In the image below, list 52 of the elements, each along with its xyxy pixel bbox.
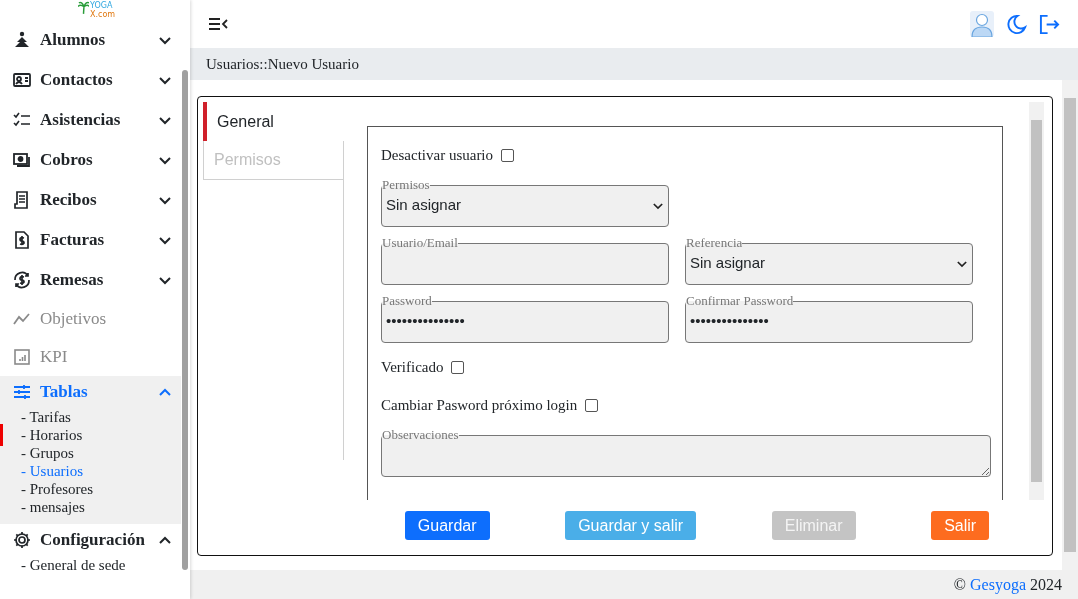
chevron-icon (957, 261, 967, 268)
contact-card-icon (12, 70, 32, 90)
gear-icon (12, 530, 32, 550)
checkbox-label: Verificado (381, 358, 444, 376)
sidebar-item[interactable]: Configuración (0, 524, 181, 556)
select-field[interactable]: Referencia Sin asignar (685, 237, 973, 285)
sidebar-item[interactable]: Tablas (0, 376, 181, 408)
footer-link[interactable]: Gesyoga (970, 575, 1026, 594)
scrollbar[interactable] (182, 70, 188, 570)
selection-marker (0, 424, 3, 446)
footer-year: 2024 (1030, 575, 1062, 594)
scrollbar[interactable] (1029, 102, 1044, 500)
submenu-link[interactable]: - Profesores (21, 480, 94, 498)
action-button[interactable]: Guardar (404, 511, 490, 540)
sidebar-item[interactable]: Cobros (0, 140, 181, 180)
checkbox[interactable] (451, 360, 465, 374)
breadcrumb: Usuarios::Nuevo Usuario (206, 55, 359, 73)
select-field[interactable]: Permisos Sin asignar (381, 179, 669, 227)
avatar-icon[interactable] (970, 11, 994, 37)
sidebar-item[interactable]: Contactos (0, 60, 181, 100)
scrollbar[interactable] (1062, 80, 1078, 570)
sidebar-item[interactable]: Remesas (0, 260, 181, 300)
checkbox[interactable] (501, 148, 515, 162)
checkbox[interactable] (585, 398, 599, 412)
submenu-link[interactable]: - Tarifas (21, 408, 71, 426)
cash-icon (12, 150, 32, 170)
copyright-sign: © (953, 575, 966, 594)
chart-icon (12, 347, 32, 367)
sidebar-item[interactable]: Facturas (0, 220, 181, 260)
moon-icon[interactable] (1006, 13, 1027, 35)
exchange-icon (12, 270, 32, 290)
sidebar-item[interactable]: Alumnos (0, 20, 181, 60)
invoice-icon (12, 230, 32, 250)
input-field[interactable]: Confirmar Password ••••••••••••••• (685, 295, 973, 343)
checkbox-label: Cambiar Pasword próximo login (381, 396, 578, 414)
checkbox-label: Desactivar usuario (381, 146, 494, 164)
sliders-icon (12, 382, 32, 402)
input-field[interactable]: Usuario/Email (381, 237, 669, 285)
submenu-link[interactable]: - mensajes (21, 498, 85, 516)
logout-icon[interactable] (1039, 13, 1060, 35)
textarea-field[interactable]: Observaciones (381, 429, 991, 477)
input-field[interactable]: Password ••••••••••••••• (381, 295, 669, 343)
submenu-link[interactable]: - Grupos (21, 444, 74, 462)
chevron-icon (653, 203, 663, 210)
submenu-link[interactable]: - Usuarios (21, 462, 84, 480)
logo: YOGA X.com (78, 1, 116, 19)
sidebar-item[interactable]: Recibos (0, 180, 181, 220)
submenu-link[interactable]: - General de sede (21, 556, 126, 574)
submenu-link[interactable]: - Horarios (21, 426, 83, 444)
sidebar-item[interactable]: Asistencias (0, 100, 181, 140)
tab[interactable]: General (203, 102, 344, 141)
resize-handle-icon[interactable] (981, 467, 989, 475)
